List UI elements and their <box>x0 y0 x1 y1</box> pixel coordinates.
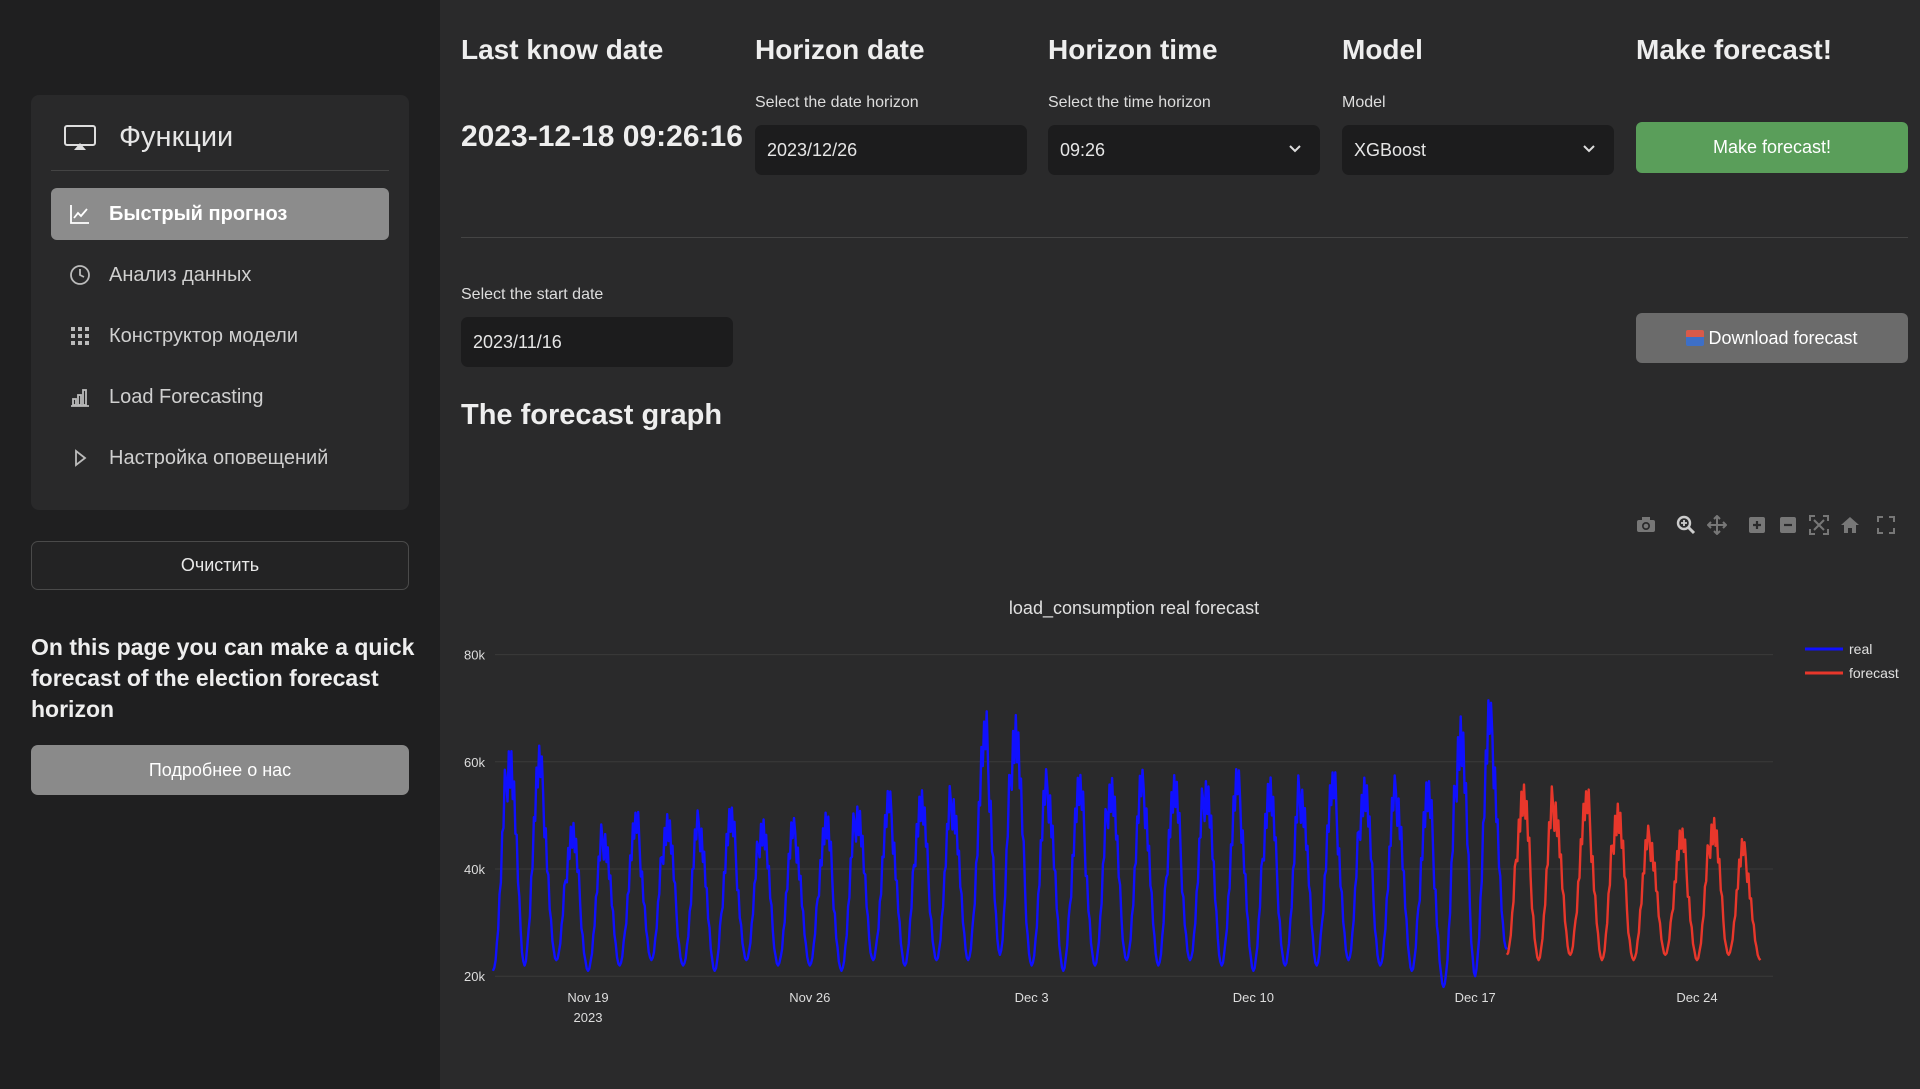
start-date-value: 2023/11/16 <box>473 331 562 352</box>
sidebar-item-model-builder[interactable]: Конструктор модели <box>51 310 389 362</box>
sidebar-item-load-forecasting[interactable]: Load Forecasting <box>51 371 389 423</box>
horizon-date-section: Horizon date <box>755 30 1027 70</box>
make-forecast-button[interactable]: Make forecast! <box>1636 122 1908 173</box>
chart-title: load_consumption real forecast <box>1009 598 1259 619</box>
last-date-value: 2023-12-18 09:26:16 <box>461 120 743 153</box>
inbox-tray-icon <box>1686 330 1705 346</box>
x-tick-label: Dec 10 <box>1233 990 1274 1005</box>
menu-title: Функции <box>119 120 234 153</box>
y-tick-label: 80k <box>464 648 485 663</box>
line-chart-icon <box>69 203 91 225</box>
horizon-date-value: 2023/12/26 <box>767 139 858 160</box>
model-title: Model <box>1342 34 1423 65</box>
bar-chart-icon <box>69 386 91 408</box>
fullscreen-icon[interactable] <box>1873 512 1899 538</box>
horizon-time-section: Horizon time <box>1048 30 1320 70</box>
last-date-section: Last know date <box>461 30 733 70</box>
chevron-down-icon <box>1289 145 1301 153</box>
menu-header: Функции <box>63 115 233 159</box>
autoscale-icon[interactable] <box>1806 512 1832 538</box>
horizon-time-label: Select the time horizon <box>1048 94 1211 111</box>
monitor-icon <box>64 125 96 150</box>
functions-menu: Функции Быстрый прогноз Анализ данных Ко… <box>31 95 409 510</box>
model-select[interactable]: XGBoost <box>1342 125 1614 175</box>
chevron-down-icon <box>1583 145 1595 153</box>
sidebar-item-quick-forecast[interactable]: Быстрый прогноз <box>51 188 389 240</box>
x-tick-label: Nov 26 <box>789 990 830 1005</box>
start-date-input[interactable]: 2023/11/16 <box>461 317 733 367</box>
zoom-in-icon[interactable] <box>1744 512 1770 538</box>
x-tick-label: Dec 24 <box>1676 990 1717 1005</box>
about-us-button[interactable]: Подробнее о нас <box>31 745 409 795</box>
page-description: On this page you can make a quick foreca… <box>31 634 415 722</box>
start-date-label: Select the start date <box>461 286 604 303</box>
pan-icon[interactable] <box>1704 512 1730 538</box>
horizon-time-value: 09:26 <box>1060 139 1106 160</box>
forecast-section: Make forecast! <box>1636 30 1908 70</box>
horizon-date-title: Horizon date <box>755 34 925 65</box>
sidebar-item-label: Настройка оповещений <box>109 446 329 469</box>
x-tick-label: Nov 19 <box>567 990 608 1005</box>
sidebar: Функции Быстрый прогноз Анализ данных Ко… <box>0 0 440 1089</box>
sidebar-item-data-analysis[interactable]: Анализ данных <box>51 249 389 301</box>
download-label: Download forecast <box>1708 327 1858 348</box>
forecast-chart[interactable]: load_consumption real forecast 20k 40k 60k 8… <box>461 590 1920 1070</box>
y-tick-label: 60k <box>464 755 485 770</box>
horizon-time-title: Horizon time <box>1048 34 1218 65</box>
zoom-out-icon[interactable] <box>1775 512 1801 538</box>
download-forecast-button[interactable]: Download forecast <box>1636 313 1908 363</box>
camera-icon[interactable] <box>1633 512 1659 538</box>
horizon-date-label: Select the date horizon <box>755 94 919 111</box>
home-icon[interactable] <box>1837 512 1863 538</box>
horizon-time-select[interactable]: 09:26 <box>1048 125 1320 175</box>
clear-button[interactable]: Очистить <box>31 541 409 590</box>
clock-icon <box>69 264 91 286</box>
menu-divider <box>51 170 389 171</box>
forecast-title: Make forecast! <box>1636 34 1833 65</box>
series-line-forecast <box>1505 783 1762 962</box>
sidebar-item-label: Быстрый прогноз <box>109 202 288 225</box>
model-label: Model <box>1342 94 1386 111</box>
horizon-date-input[interactable]: 2023/12/26 <box>755 125 1027 175</box>
sidebar-item-label: Конструктор модели <box>109 324 298 347</box>
sidebar-item-label: Анализ данных <box>109 263 252 286</box>
series-line-real <box>491 699 1508 989</box>
y-tick-label: 40k <box>464 862 485 877</box>
sidebar-item-label: Load Forecasting <box>109 385 264 408</box>
graph-title: The forecast graph <box>461 399 723 431</box>
x-tick-label: 2023 <box>574 1010 603 1025</box>
x-tick-label: Dec 3 <box>1015 990 1049 1005</box>
grid-icon <box>69 325 91 347</box>
section-divider <box>461 237 1908 238</box>
chart-toolbar <box>1628 512 1899 538</box>
model-section: Model <box>1342 30 1614 70</box>
y-tick-label: 20k <box>464 969 485 984</box>
zoom-icon[interactable] <box>1673 512 1699 538</box>
legend-label: real <box>1849 641 1872 657</box>
model-value: XGBoost <box>1354 139 1427 160</box>
play-icon <box>69 447 91 469</box>
sidebar-item-notifications[interactable]: Настройка оповещений <box>51 432 389 484</box>
legend-label: forecast <box>1849 665 1899 681</box>
x-tick-label: Dec 17 <box>1455 990 1496 1005</box>
last-date-title: Last know date <box>461 34 664 65</box>
